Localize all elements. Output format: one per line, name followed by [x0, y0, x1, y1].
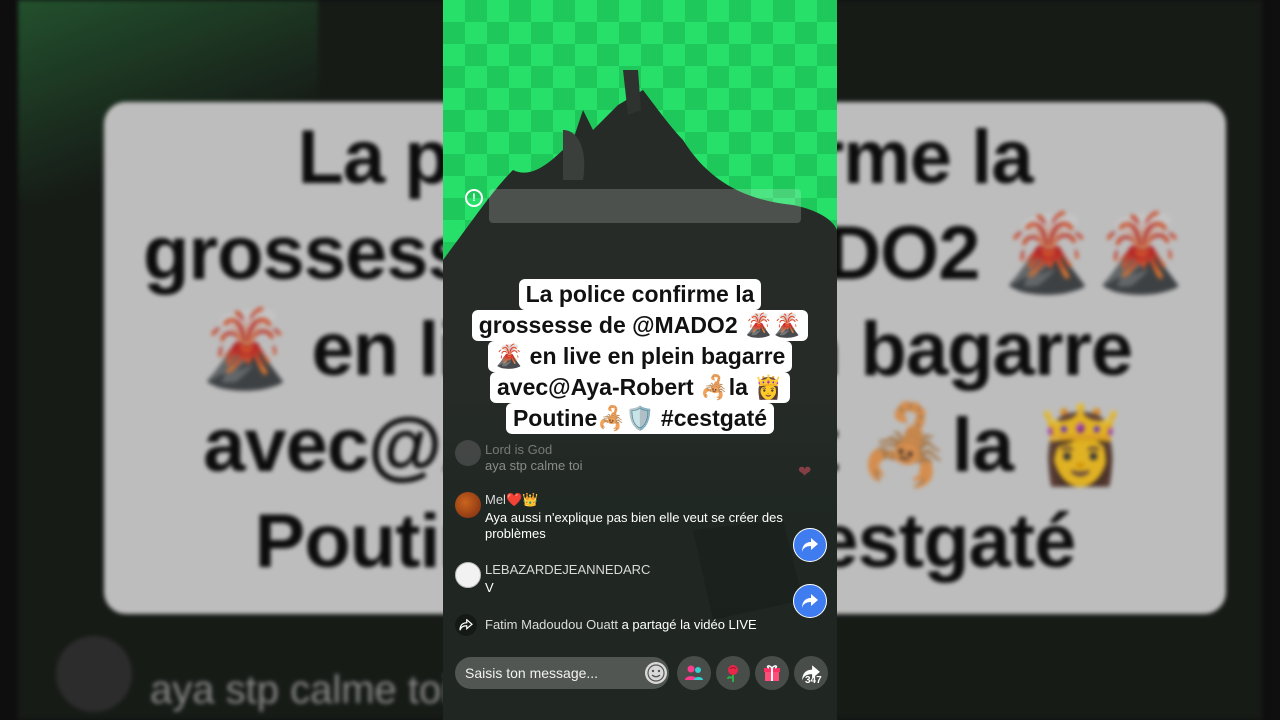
rose-icon: [727, 665, 738, 682]
blurred-backdrop-left: La police confirme la grossesse de @MADO…: [0, 0, 443, 720]
heart-icon: ❤: [798, 464, 812, 481]
caption-line: Poutine🦂🛡️ #cestgaté: [505, 403, 775, 434]
comment-username: Mel❤️👑: [485, 492, 539, 507]
share-count: 347: [805, 675, 822, 686]
video-caption: La police confirme la grossesse de @MADO…: [443, 279, 837, 434]
phone-screen: ! La police confirme la grossesse de @MA…: [443, 0, 837, 720]
rose-gift-button[interactable]: [716, 656, 750, 690]
top-panel-strip: [489, 189, 801, 223]
caption-line: avec@Aya-Robert 🦂la 👸: [490, 372, 790, 403]
emoji-icon[interactable]: [645, 662, 667, 684]
comment-text: V: [485, 580, 494, 595]
share-icon: [455, 614, 477, 636]
gift-button[interactable]: [755, 656, 789, 690]
comment-username: LEBAZARDEJEANNEDARC: [485, 562, 651, 577]
caption-line: grossesse de @MADO2 🌋🌋: [471, 310, 809, 341]
avatar: [455, 562, 481, 588]
comment-text: aya stp calme toi: [485, 458, 583, 473]
people-icon: [685, 665, 703, 680]
comment-username: Lord is God: [485, 442, 553, 457]
caption-line: La police confirme la: [518, 279, 762, 310]
avatar: [455, 492, 481, 518]
caption-line: 🌋 en live en plein bagarre: [487, 341, 793, 372]
comment-text: Aya aussi n'explique pas bien elle veut …: [485, 510, 783, 541]
share-event-row: Fatim Madoudou Ouatt a partagé la vidéo …: [455, 614, 825, 636]
message-input[interactable]: [455, 657, 669, 689]
info-icon[interactable]: !: [465, 189, 483, 207]
gift-icon: [764, 665, 780, 681]
share-event-action: a partagé la vidéo LIVE: [617, 617, 757, 632]
share-event-user: Fatim Madoudou Ouatt: [485, 617, 618, 632]
live-video-stage: La police confirme la grossesse de @MADO…: [0, 0, 1280, 720]
comment-item: Mel❤️👑 Aya aussi n'explique pas bien ell…: [455, 492, 795, 548]
comment-item: LEBAZARDEJEANNEDARC V: [455, 562, 795, 602]
avatar: [455, 440, 481, 466]
share-reaction-icon: [793, 528, 827, 562]
blurred-backdrop-right: La police confirme la grossesse de @MADO…: [837, 0, 1280, 720]
guests-button[interactable]: [677, 656, 711, 690]
comment-item: Lord is God aya stp calme toi: [455, 440, 795, 476]
share-reaction-icon: [793, 584, 827, 618]
